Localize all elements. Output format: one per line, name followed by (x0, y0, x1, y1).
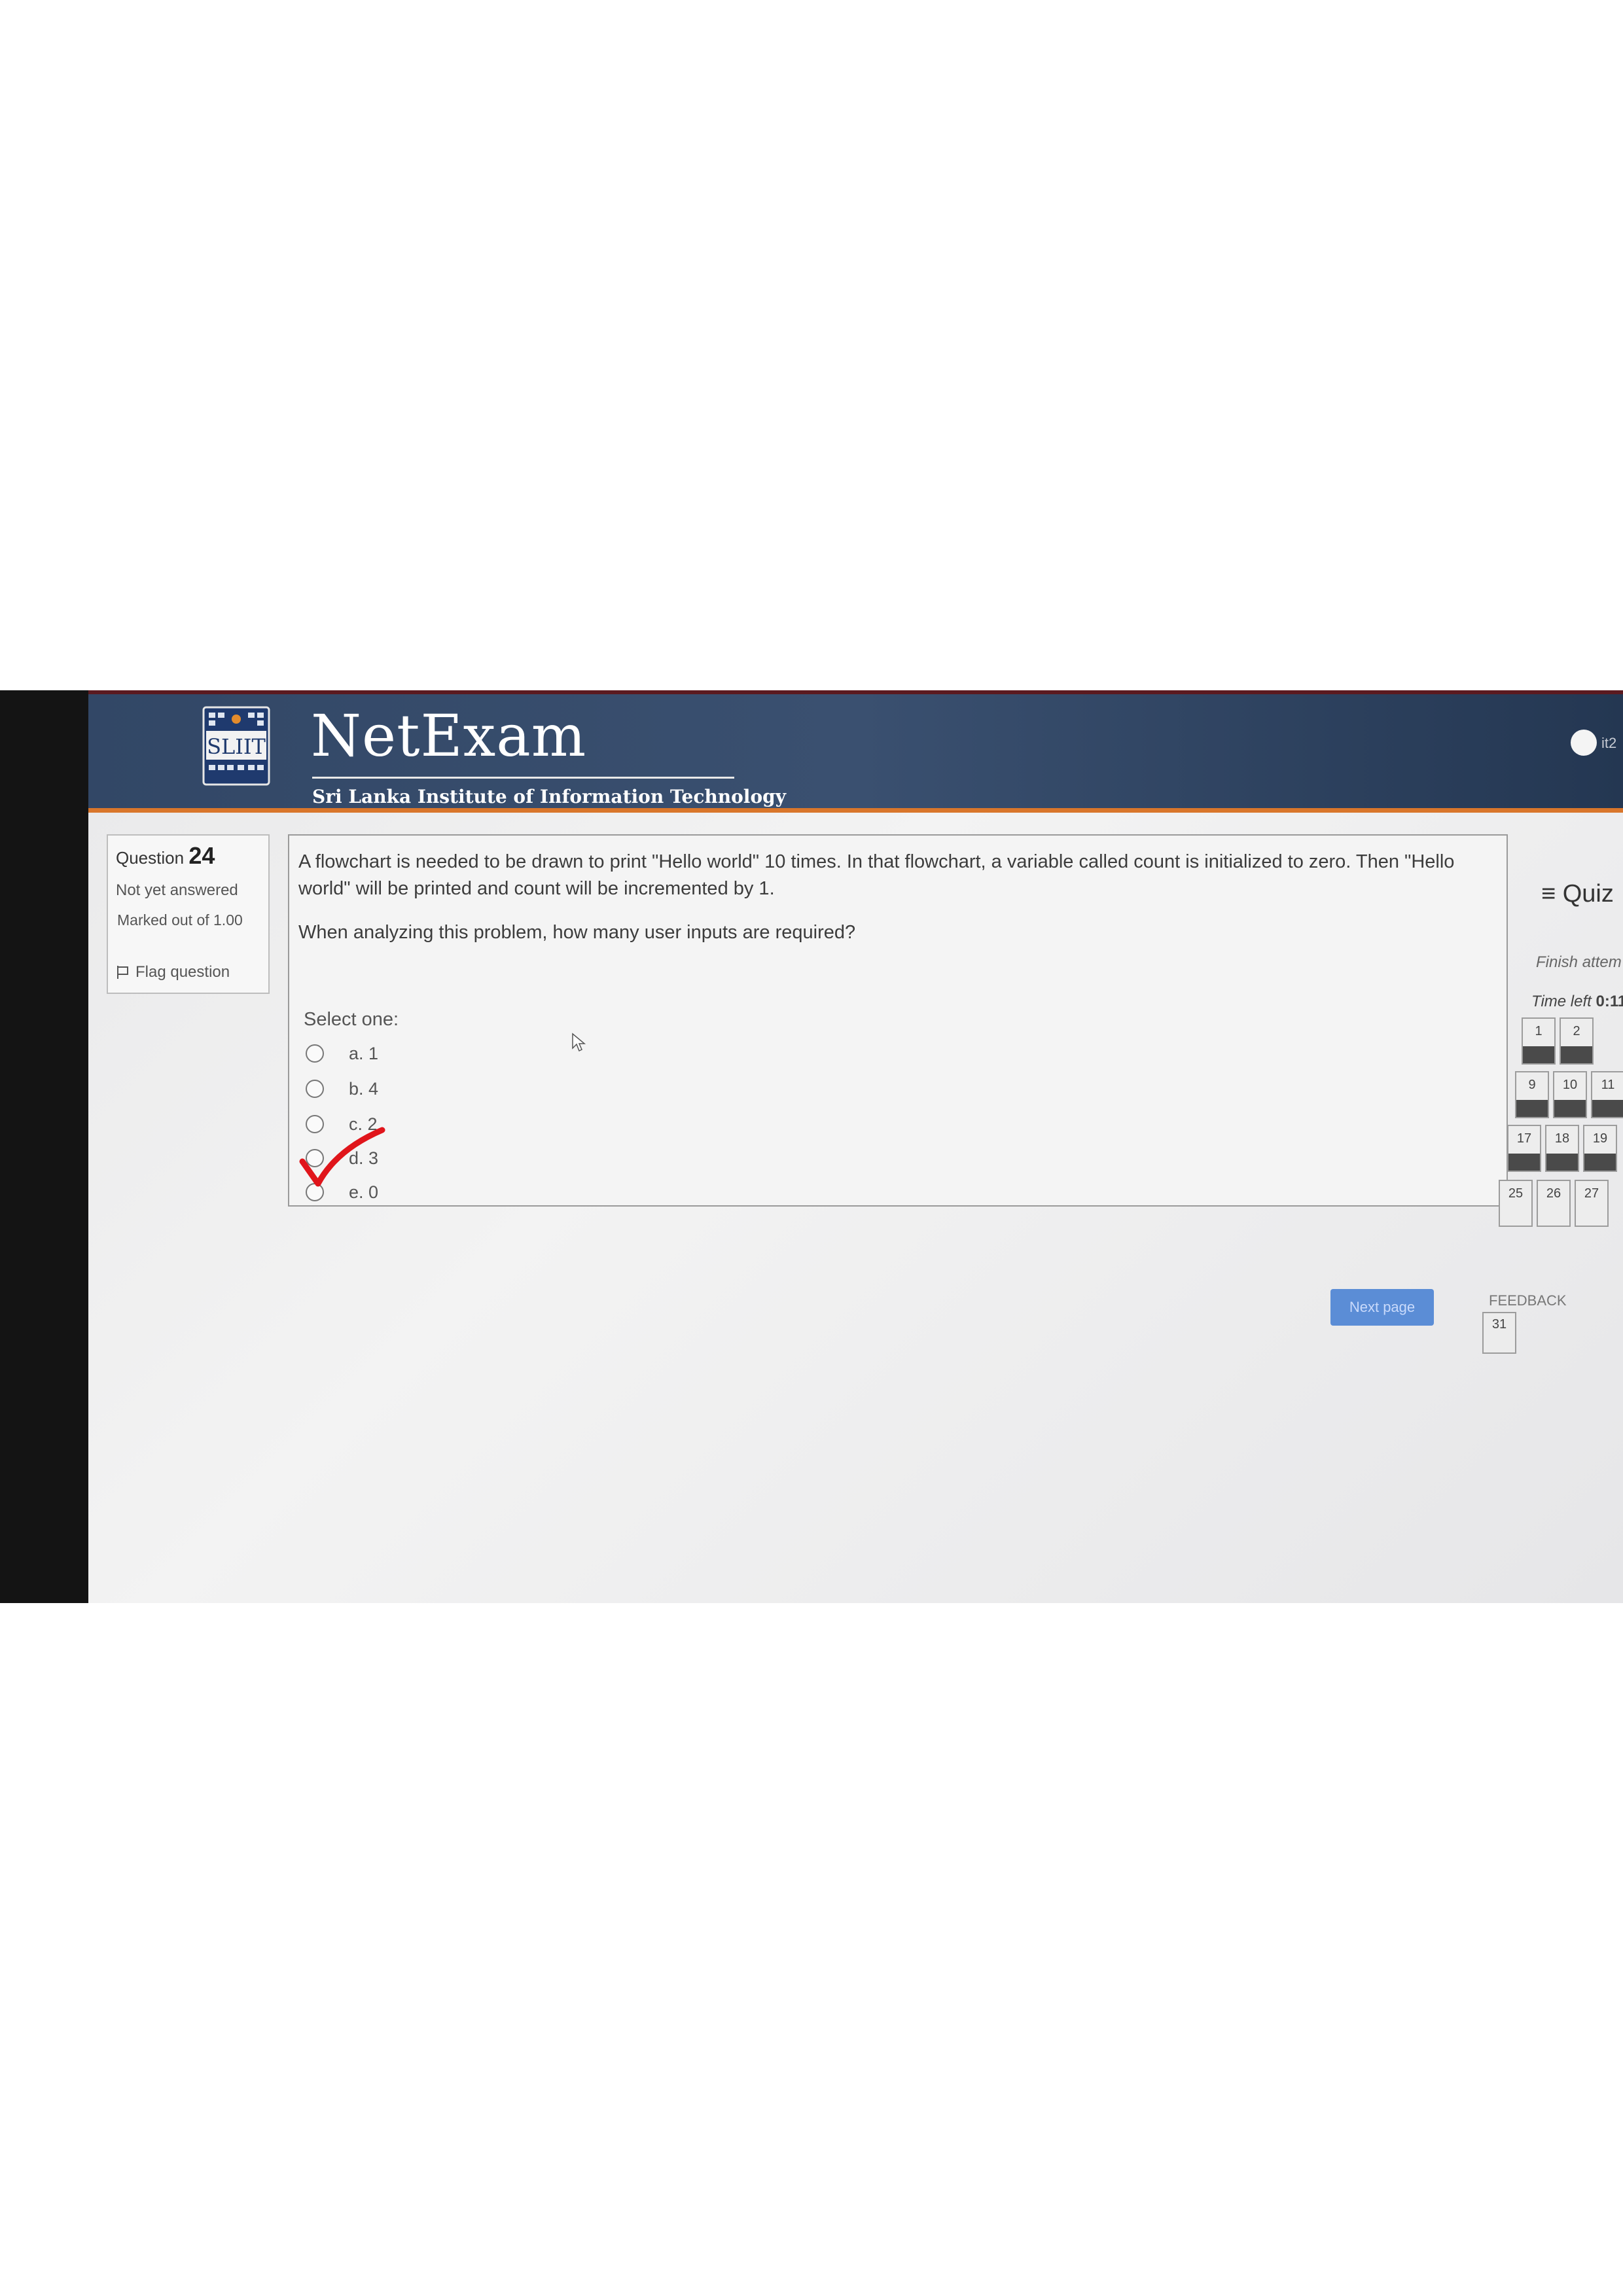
question-number: 24 (188, 842, 215, 869)
radio-button[interactable] (306, 1080, 324, 1098)
quiz-nav-button[interactable]: 19 (1583, 1125, 1617, 1172)
quiz-nav-button[interactable]: 25 (1499, 1180, 1533, 1227)
quiz-nav-button[interactable]: 2 (1560, 1017, 1594, 1065)
header-top-strip (88, 690, 1623, 694)
answer-option-b[interactable]: b. 4 (306, 1079, 378, 1099)
brand-title: NetExam (311, 702, 587, 769)
time-left-label: Time left (1531, 993, 1592, 1010)
brand-subtitle: Sri Lanka Institute of Information Techn… (312, 786, 786, 807)
select-one-label: Select one: (304, 1009, 399, 1030)
flag-icon (117, 966, 129, 979)
quiz-nav-title: ≡ Quiz (1541, 880, 1614, 908)
red-checkmark-icon (299, 1127, 385, 1187)
question-text: A flowchart is needed to be drawn to pri… (298, 851, 1455, 899)
sliit-logo: SLIIT (202, 706, 270, 786)
question-prompt: When analyzing this problem, how many us… (298, 922, 856, 943)
quiz-nav-button[interactable]: 26 (1537, 1180, 1571, 1227)
question-label: Question 24 (116, 842, 215, 870)
question-state: Not yet answered (116, 881, 238, 899)
photo-frame: SLIIT NetExam Sri Lanka Institute of Inf… (0, 690, 1623, 1603)
quiz-nav-button[interactable]: 1 (1522, 1017, 1556, 1065)
user-name[interactable]: it2 (1601, 735, 1616, 752)
quiz-nav-button[interactable]: 18 (1545, 1125, 1579, 1172)
radio-button[interactable] (306, 1044, 324, 1063)
feedback-nav-button[interactable]: 31 (1482, 1312, 1516, 1354)
time-left-value: 0:11 (1596, 993, 1623, 1010)
time-left: Time left 0:11 (1531, 993, 1623, 1011)
question-mark: Marked out of 1.00 (117, 911, 243, 928)
question-label-text: Question (116, 848, 185, 868)
site-header: SLIIT NetExam Sri Lanka Institute of Inf… (88, 690, 1623, 813)
user-avatar[interactable] (1571, 730, 1597, 756)
quiz-nav-button[interactable]: 17 (1507, 1125, 1541, 1172)
quiz-nav-button[interactable]: 10 (1553, 1071, 1587, 1118)
option-label: a. 1 (349, 1044, 379, 1063)
question-content: A flowchart is needed to be drawn to pri… (288, 834, 1508, 1207)
logo-text: SLIIT (207, 734, 266, 759)
mouse-cursor-icon (572, 1033, 586, 1052)
flag-question-label: Flag question (135, 963, 230, 981)
answer-option-a[interactable]: a. 1 (306, 1044, 378, 1064)
next-page-button[interactable]: Next page (1330, 1289, 1434, 1326)
quiz-nav-button[interactable]: 9 (1515, 1071, 1549, 1118)
feedback-label: FEEDBACK (1489, 1292, 1567, 1309)
quiz-nav-button[interactable]: 11 (1591, 1071, 1623, 1118)
quiz-nav-button[interactable]: 27 (1575, 1180, 1609, 1227)
browser-screen: SLIIT NetExam Sri Lanka Institute of Inf… (88, 690, 1623, 1603)
flag-question-link[interactable]: Flag question (117, 963, 230, 981)
brand-divider (312, 777, 734, 779)
option-label: b. 4 (349, 1079, 379, 1099)
finish-attempt-link[interactable]: Finish attem (1536, 953, 1622, 972)
question-info-panel: Question 24 Not yet answered Marked out … (107, 834, 270, 994)
